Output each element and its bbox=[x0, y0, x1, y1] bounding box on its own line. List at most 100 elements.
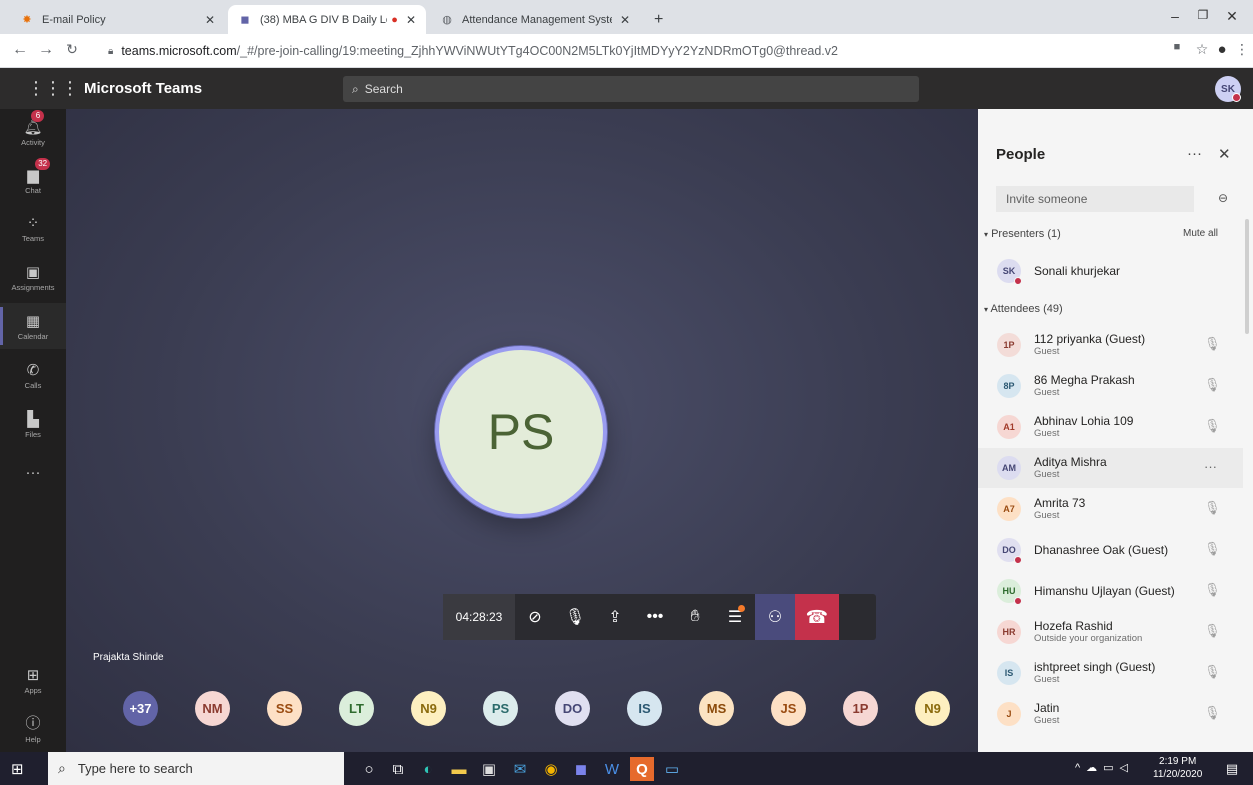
rail-help[interactable]: ⓘ Help bbox=[0, 705, 66, 751]
windows-start-icon[interactable]: ⊞ bbox=[11, 760, 24, 778]
rail-files[interactable]: ▙ Files bbox=[0, 401, 66, 447]
participant-row[interactable]: J Jatin Guest 🎙︎ bbox=[978, 694, 1243, 734]
user-avatar[interactable]: SK bbox=[1215, 76, 1241, 102]
participant-row[interactable]: 1P 112 priyanka (Guest) Guest 🎙︎ bbox=[978, 325, 1243, 365]
forward-icon[interactable]: → bbox=[36, 41, 56, 59]
participant-avatar[interactable]: DO bbox=[555, 691, 590, 726]
participant-avatar[interactable]: MS bbox=[699, 691, 734, 726]
participant-avatar[interactable]: JS bbox=[771, 691, 806, 726]
participant-initials: DO bbox=[1002, 545, 1016, 555]
notifications-icon[interactable]: ▤ bbox=[1220, 757, 1244, 781]
participant-avatar[interactable]: LT bbox=[339, 691, 374, 726]
participant-role: Guest bbox=[1034, 346, 1060, 357]
rail-more[interactable]: ··· bbox=[0, 449, 66, 495]
panel-more-icon[interactable]: ··· bbox=[1187, 145, 1202, 162]
minimize-icon[interactable]: – bbox=[1165, 8, 1185, 24]
close-window-icon[interactable]: ✕ bbox=[1222, 8, 1242, 25]
rail-calendar[interactable]: ▦ Calendar bbox=[0, 303, 66, 349]
mic-muted-icon: 🎙︎ bbox=[1204, 582, 1221, 597]
camera-off-button[interactable]: ⊘ bbox=[515, 594, 555, 640]
rail-teams[interactable]: ⁘ Teams bbox=[0, 205, 66, 251]
star-icon[interactable]: ☆ bbox=[1192, 41, 1212, 58]
cortana-icon[interactable]: ○ bbox=[357, 757, 381, 781]
chat-button[interactable]: ☰ bbox=[715, 594, 755, 640]
mic-muted-icon: 🎙︎ bbox=[1204, 623, 1221, 638]
mute-all-button[interactable]: Mute all bbox=[1183, 228, 1218, 239]
camera-blocked-icon[interactable]: ■ bbox=[1167, 41, 1187, 53]
url-field[interactable]: 🔒︎ teams.microsoft.com /_#/pre-join-call… bbox=[108, 39, 1138, 63]
participant-name: Amrita 73 bbox=[1034, 496, 1086, 510]
participant-avatar[interactable]: +37 bbox=[123, 691, 158, 726]
menu-kebab-icon[interactable]: ⋮ bbox=[1232, 41, 1252, 58]
browser-tab-email-policy[interactable]: ✸ E-mail Policy ✕ bbox=[10, 5, 225, 34]
participant-row[interactable]: AM Aditya Mishra Guest ··· bbox=[978, 448, 1243, 488]
participant-row[interactable]: IS ishtpreet singh (Guest) Guest 🎙︎ bbox=[978, 653, 1243, 693]
browser-tab-teams[interactable]: ◼ (38) MBA G DIV B Daily Lectu ● ✕ bbox=[228, 5, 426, 34]
store-icon[interactable]: ▣ bbox=[477, 757, 501, 781]
mic-button[interactable]: 🎙︎ bbox=[555, 594, 595, 640]
rail-calls[interactable]: ✆ Calls bbox=[0, 352, 66, 398]
close-tab-icon[interactable]: ✕ bbox=[205, 13, 215, 27]
reload-icon[interactable]: ↻ bbox=[62, 41, 82, 58]
file-explorer-icon[interactable]: ▬ bbox=[447, 757, 471, 781]
maximize-icon[interactable]: ❐ bbox=[1193, 8, 1213, 22]
share-button[interactable]: ⇪ bbox=[595, 594, 635, 640]
rail-chat[interactable]: ▆ 32 Chat bbox=[0, 157, 66, 203]
participant-avatar[interactable]: N9 bbox=[915, 691, 950, 726]
participant-avatar[interactable]: NM bbox=[195, 691, 230, 726]
panel-scrollbar[interactable] bbox=[1245, 219, 1249, 334]
rail-assignments[interactable]: ▣ Assignments bbox=[0, 254, 66, 300]
raise-hand-button[interactable]: ✋︎ bbox=[675, 594, 715, 640]
search-input[interactable]: ⌕ Search bbox=[343, 76, 919, 102]
chrome-icon[interactable]: ◉ bbox=[539, 757, 563, 781]
participant-more-icon[interactable]: ··· bbox=[1204, 459, 1217, 474]
monitor-app-icon[interactable]: ▭ bbox=[660, 757, 684, 781]
attendees-section[interactable]: ▾ Attendees (49) bbox=[984, 303, 1063, 315]
participant-row[interactable]: HU Himanshu Ujlayan (Guest) 🎙︎ bbox=[978, 571, 1243, 611]
q-app-icon[interactable]: Q bbox=[630, 757, 654, 781]
participant-row[interactable]: 8P 86 Megha Prakash Guest 🎙︎ bbox=[978, 366, 1243, 406]
presenters-section[interactable]: ▾ Presenters (1) bbox=[984, 228, 1061, 240]
app-launcher-icon[interactable]: ⋮⋮⋮ bbox=[27, 78, 79, 99]
participant-row[interactable]: SK Sonali khurjekar bbox=[978, 251, 1243, 291]
task-view-icon[interactable]: ⧉ bbox=[386, 757, 410, 781]
participants-button[interactable]: ⚇ bbox=[755, 594, 795, 640]
presence-busy-icon bbox=[1232, 93, 1241, 102]
participant-initials: A1 bbox=[1003, 422, 1015, 432]
rail-apps[interactable]: ⊞ Apps bbox=[0, 657, 66, 703]
edge-icon[interactable]: ◐ bbox=[416, 757, 440, 781]
participant-avatar[interactable]: SS bbox=[267, 691, 302, 726]
taskbar-search-input[interactable]: ⌕ Type here to search bbox=[48, 752, 344, 785]
taskbar-clock[interactable]: 2:19 PM 11/20/2020 bbox=[1153, 755, 1202, 781]
participant-row[interactable]: HR Hozefa Rashid Outside your organization… bbox=[978, 612, 1243, 652]
user-initials: SK bbox=[1221, 83, 1235, 95]
presence-busy-icon bbox=[1014, 597, 1022, 605]
copy-link-icon[interactable]: ⊖ bbox=[1218, 191, 1228, 205]
close-icon[interactable]: ✕ bbox=[1218, 145, 1231, 163]
teams-taskbar-icon[interactable]: ◼ bbox=[569, 757, 593, 781]
more-icon: ••• bbox=[646, 608, 664, 625]
participant-avatar[interactable]: PS bbox=[483, 691, 518, 726]
hang-up-button[interactable]: ☎︎ bbox=[795, 594, 839, 640]
more-actions-button[interactable]: ••• bbox=[635, 594, 675, 640]
participant-row[interactable]: A7 Amrita 73 Guest 🎙︎ bbox=[978, 489, 1243, 529]
word-icon[interactable]: W bbox=[600, 757, 624, 781]
search-placeholder: Search bbox=[364, 82, 403, 96]
invite-input[interactable]: Invite someone bbox=[996, 186, 1194, 212]
profile-icon[interactable]: ● bbox=[1212, 41, 1232, 58]
participant-initials: SK bbox=[1002, 266, 1016, 276]
close-tab-icon[interactable]: ✕ bbox=[620, 13, 630, 27]
participant-avatar[interactable]: 1P bbox=[843, 691, 878, 726]
new-tab-button[interactable]: + bbox=[644, 5, 674, 34]
participant-row[interactable]: A1 Abhinav Lohia 109 Guest 🎙︎ bbox=[978, 407, 1243, 447]
url-path: /_#/pre-join-calling/19:meeting_ZjhhYWVi… bbox=[236, 44, 838, 58]
back-icon[interactable]: ← bbox=[10, 41, 30, 59]
participant-avatar[interactable]: IS bbox=[627, 691, 662, 726]
browser-tab-attendance[interactable]: ◍ Attendance Management System ✕ bbox=[430, 5, 640, 34]
rail-activity[interactable]: 🔔︎ 6 Activity bbox=[0, 109, 66, 155]
close-tab-icon[interactable]: ✕ bbox=[406, 13, 416, 27]
participant-row[interactable]: DO Dhanashree Oak (Guest) 🎙︎ bbox=[978, 530, 1243, 570]
participant-avatar[interactable]: N9 bbox=[411, 691, 446, 726]
mail-icon[interactable]: ✉ bbox=[508, 757, 532, 781]
system-tray-icons[interactable]: ^☁▭◁ bbox=[1075, 761, 1134, 774]
